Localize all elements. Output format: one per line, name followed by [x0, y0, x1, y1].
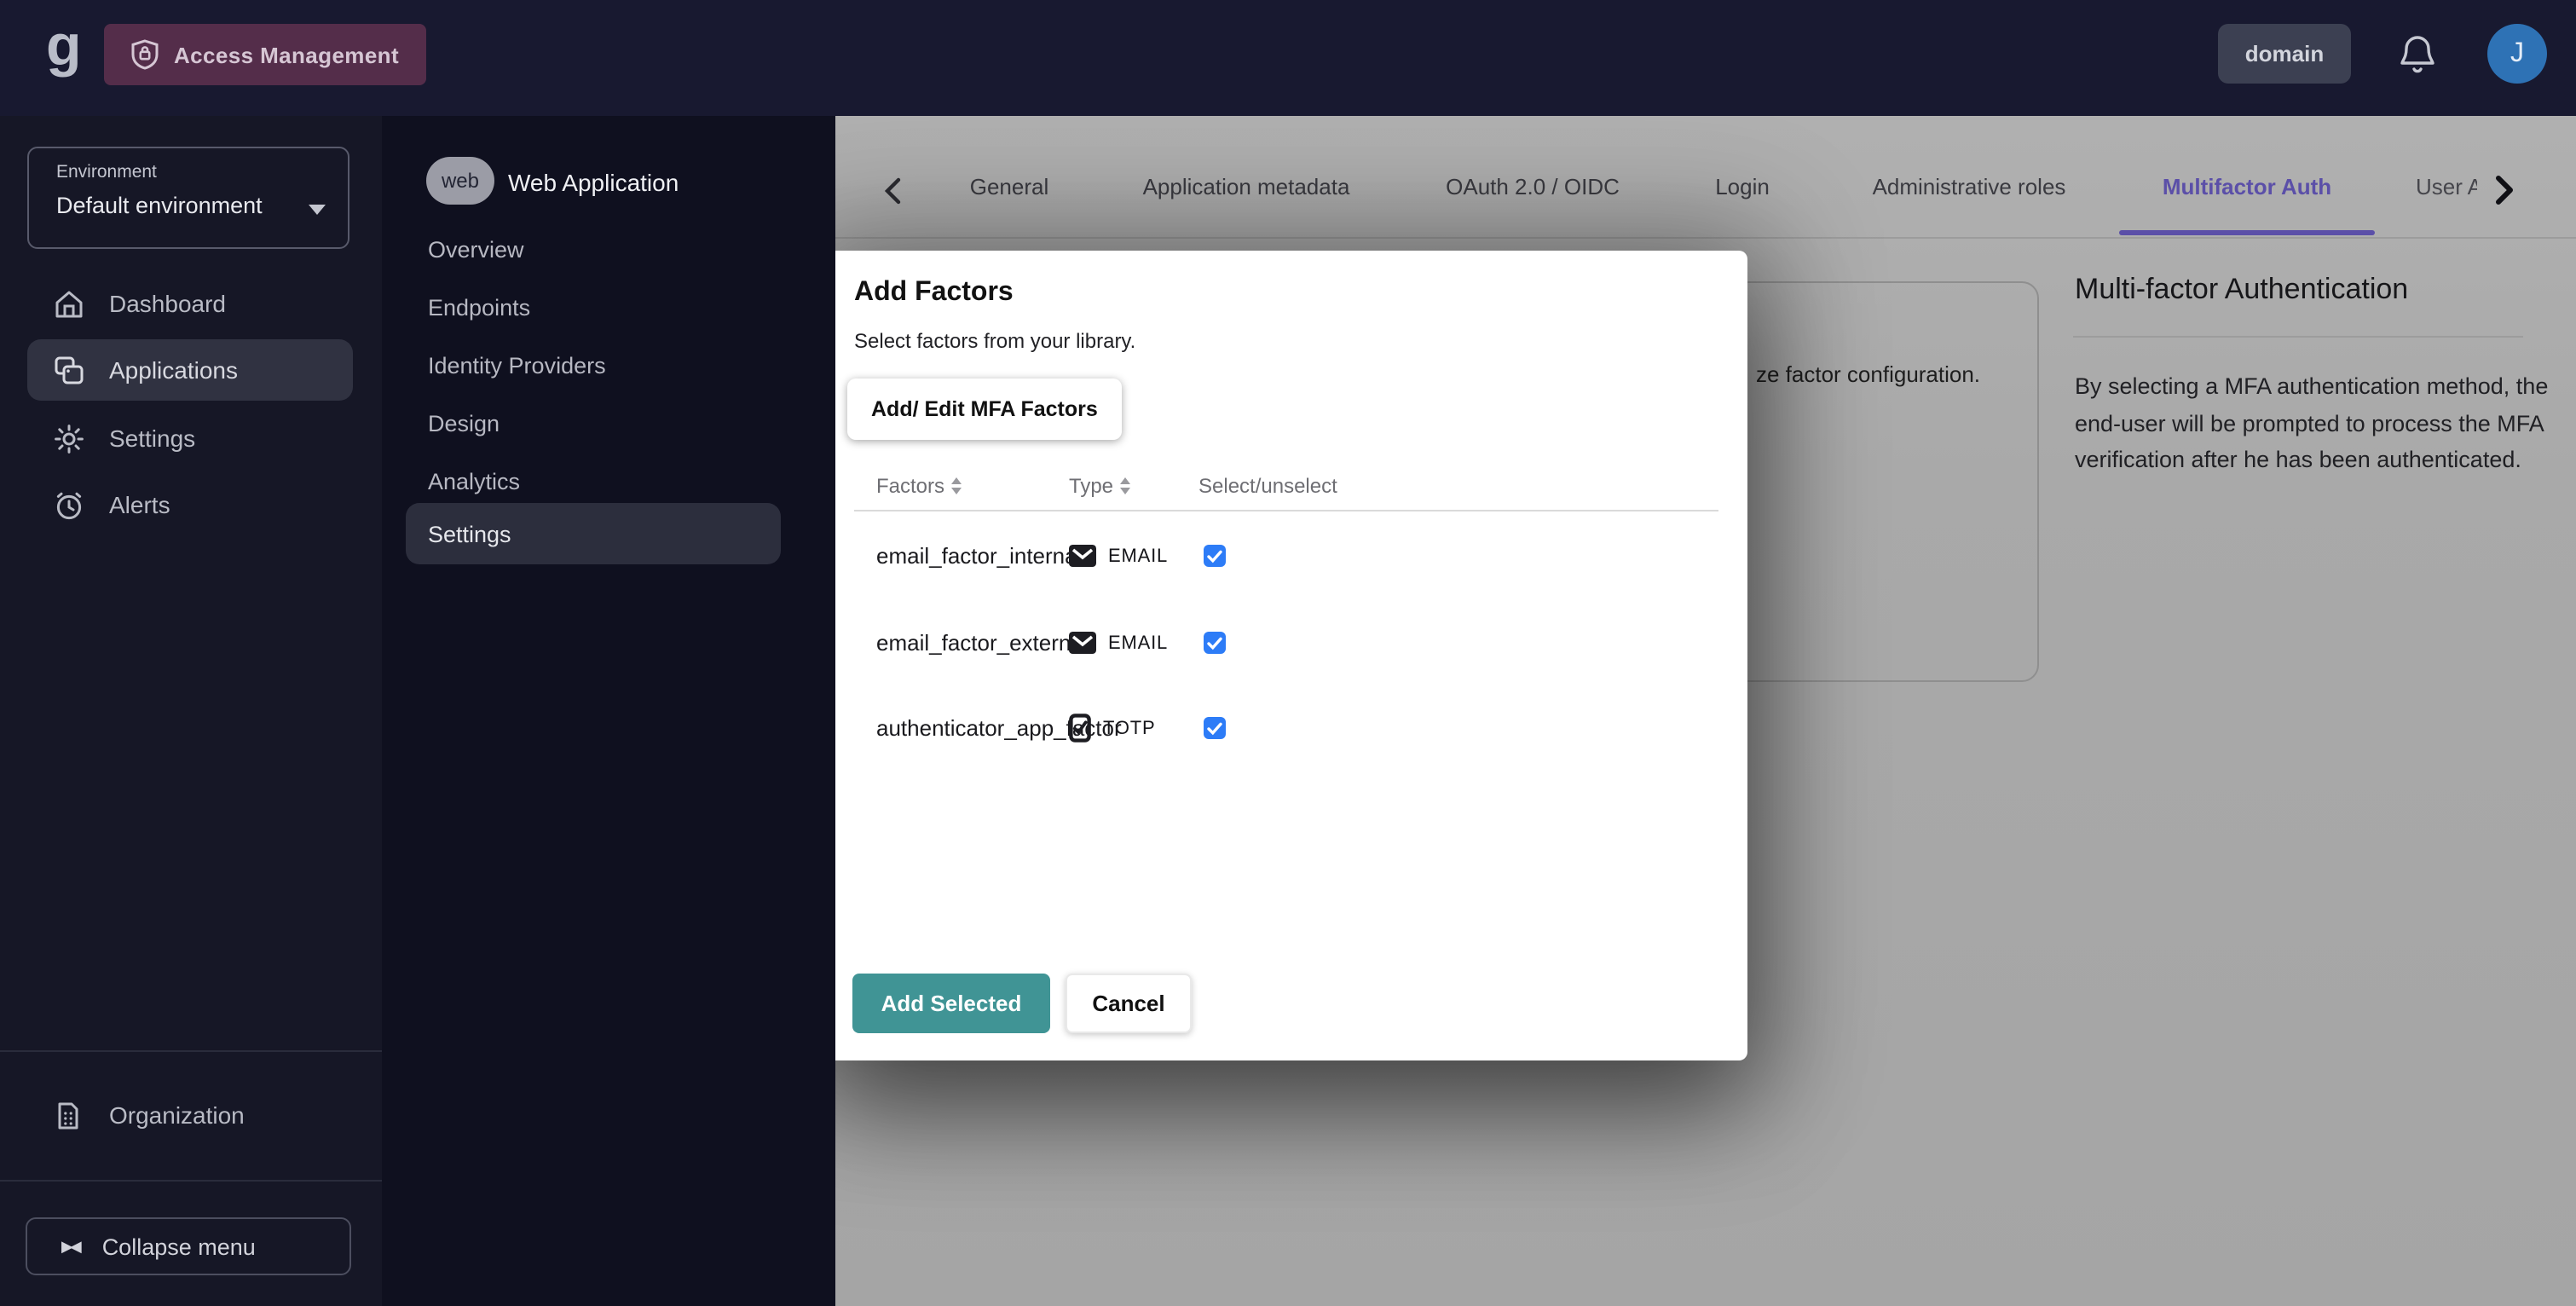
tabs-scroll-left-icon[interactable]	[883, 177, 902, 205]
appnav-item-overview[interactable]: Overview	[406, 218, 781, 280]
appnav-item-label: Identity Providers	[428, 352, 606, 378]
table-header-type[interactable]: Type	[1069, 474, 1130, 498]
alarm-clock-icon	[51, 488, 85, 522]
appnav-item-settings[interactable]: Settings	[406, 503, 781, 564]
factor-type: EMAIL	[1108, 546, 1168, 566]
sort-icon	[1120, 477, 1130, 494]
table-header-divider	[854, 510, 1718, 511]
chevron-down-icon	[309, 205, 326, 215]
sidebar-item-label: Dashboard	[109, 290, 226, 317]
product-badge-label: Access Management	[174, 42, 399, 67]
collapse-menu-button[interactable]: ▶◀ Collapse menu	[26, 1217, 351, 1275]
table-row: email_factor_external EMAIL	[827, 614, 1747, 672]
sidebar-divider	[0, 1050, 382, 1052]
sidebar-item-label: Applications	[109, 356, 238, 384]
modal-title: Add Factors	[854, 278, 1014, 309]
gear-icon	[51, 421, 85, 455]
add-factors-modal: Add Factors Select factors from your lib…	[827, 251, 1747, 1060]
organization-icon	[51, 1098, 85, 1132]
sort-icon	[951, 477, 962, 494]
tab-login[interactable]: Login	[1715, 174, 1770, 199]
table-header-select: Select/unselect	[1198, 474, 1337, 498]
domain-button[interactable]: domain	[2218, 24, 2351, 84]
tab-application-metadata[interactable]: Application metadata	[1143, 174, 1350, 199]
sidebar-item-applications[interactable]: Applications	[27, 339, 353, 401]
appnav-item-endpoints[interactable]: Endpoints	[406, 276, 781, 338]
email-icon	[1069, 632, 1096, 654]
table-header-factors[interactable]: Factors	[876, 474, 962, 498]
sidebar-item-settings[interactable]: Settings	[27, 407, 353, 469]
totp-authenticator-icon	[1069, 714, 1091, 743]
check-icon	[1207, 636, 1222, 650]
application-sidebar: web Web Application Overview Endpoints I…	[382, 116, 835, 1306]
tabs-divider	[835, 237, 2576, 239]
mfa-panel-divider	[2073, 336, 2523, 338]
app-root: g Access Management domain J Environment…	[0, 0, 2576, 1306]
appnav-item-design[interactable]: Design	[406, 392, 781, 454]
environment-selector[interactable]: Environment Default environment	[27, 147, 349, 249]
shield-lock-icon	[131, 39, 159, 70]
tab-general[interactable]: General	[970, 174, 1049, 199]
active-tab-underline	[2119, 230, 2375, 235]
user-avatar[interactable]: J	[2487, 24, 2547, 84]
appnav-item-label: Endpoints	[428, 294, 530, 320]
appnav-item-label: Analytics	[428, 468, 520, 494]
table-row: email_factor_internal EMAIL	[827, 527, 1747, 585]
header-label: Select/unselect	[1198, 474, 1337, 498]
notifications-bell-icon[interactable]	[2399, 34, 2436, 84]
applications-icon	[51, 353, 85, 387]
add-selected-button[interactable]: Add Selected	[852, 974, 1050, 1033]
sidebar-item-label: Organization	[109, 1101, 245, 1129]
factor-name: email_factor_internal	[876, 543, 1082, 569]
collapse-icon: ▶◀	[61, 1237, 78, 1256]
environment-label: Environment	[56, 162, 157, 182]
tab-multifactor-auth[interactable]: Multifactor Auth	[2163, 174, 2331, 199]
sidebar-divider	[0, 1180, 382, 1182]
sidebar-item-label: Alerts	[109, 491, 170, 518]
modal-subtitle: Select factors from your library.	[854, 329, 1135, 353]
factor-checkbox-checked[interactable]	[1204, 717, 1226, 739]
email-icon	[1069, 545, 1096, 567]
appnav-item-label: Design	[428, 410, 500, 436]
appnav-item-label: Overview	[428, 236, 524, 262]
header-label: Type	[1069, 474, 1113, 498]
check-icon	[1207, 721, 1222, 735]
sidebar-item-dashboard[interactable]: Dashboard	[27, 273, 353, 334]
mfa-panel-description: By selecting a MFA authentication method…	[2075, 368, 2549, 478]
table-row: authenticator_app_factor TOTP	[827, 699, 1747, 757]
primary-sidebar: Environment Default environment Dashboar…	[0, 116, 382, 1306]
collapse-menu-label: Collapse menu	[102, 1234, 256, 1259]
factor-config-card-text: ze factor configuration.	[1756, 361, 1980, 387]
sidebar-item-organization[interactable]: Organization	[27, 1084, 353, 1146]
header-label: Factors	[876, 474, 944, 498]
product-badge[interactable]: Access Management	[104, 24, 426, 85]
factor-name: email_factor_external	[876, 630, 1089, 656]
add-edit-mfa-factors-button[interactable]: Add/ Edit MFA Factors	[847, 379, 1122, 440]
factor-type: EMAIL	[1108, 633, 1168, 653]
home-icon	[51, 286, 85, 321]
appnav-item-label: Settings	[428, 521, 511, 546]
sidebar-item-label: Settings	[109, 425, 195, 452]
environment-value: Default environment	[56, 193, 263, 218]
tab-oauth-oidc[interactable]: OAuth 2.0 / OIDC	[1446, 174, 1620, 199]
cancel-button[interactable]: Cancel	[1066, 974, 1192, 1033]
check-icon	[1207, 549, 1222, 563]
factor-type: TOTP	[1103, 718, 1155, 738]
app-type-badge: web	[426, 157, 494, 205]
mfa-panel-title: Multi-factor Authentication	[2075, 273, 2408, 307]
factor-checkbox-checked[interactable]	[1204, 632, 1226, 654]
app-name: Web Application	[508, 169, 679, 196]
tab-user-accounts[interactable]: User A	[2416, 174, 2477, 199]
brand-logo[interactable]: g	[46, 14, 82, 80]
appnav-item-identity-providers[interactable]: Identity Providers	[406, 334, 781, 396]
tabs-scroll-right-icon[interactable]	[2494, 176, 2515, 205]
tab-administrative-roles[interactable]: Administrative roles	[1873, 174, 2066, 199]
sidebar-item-alerts[interactable]: Alerts	[27, 474, 353, 535]
topbar: g Access Management domain J	[0, 0, 2576, 116]
factor-checkbox-checked[interactable]	[1204, 545, 1226, 567]
